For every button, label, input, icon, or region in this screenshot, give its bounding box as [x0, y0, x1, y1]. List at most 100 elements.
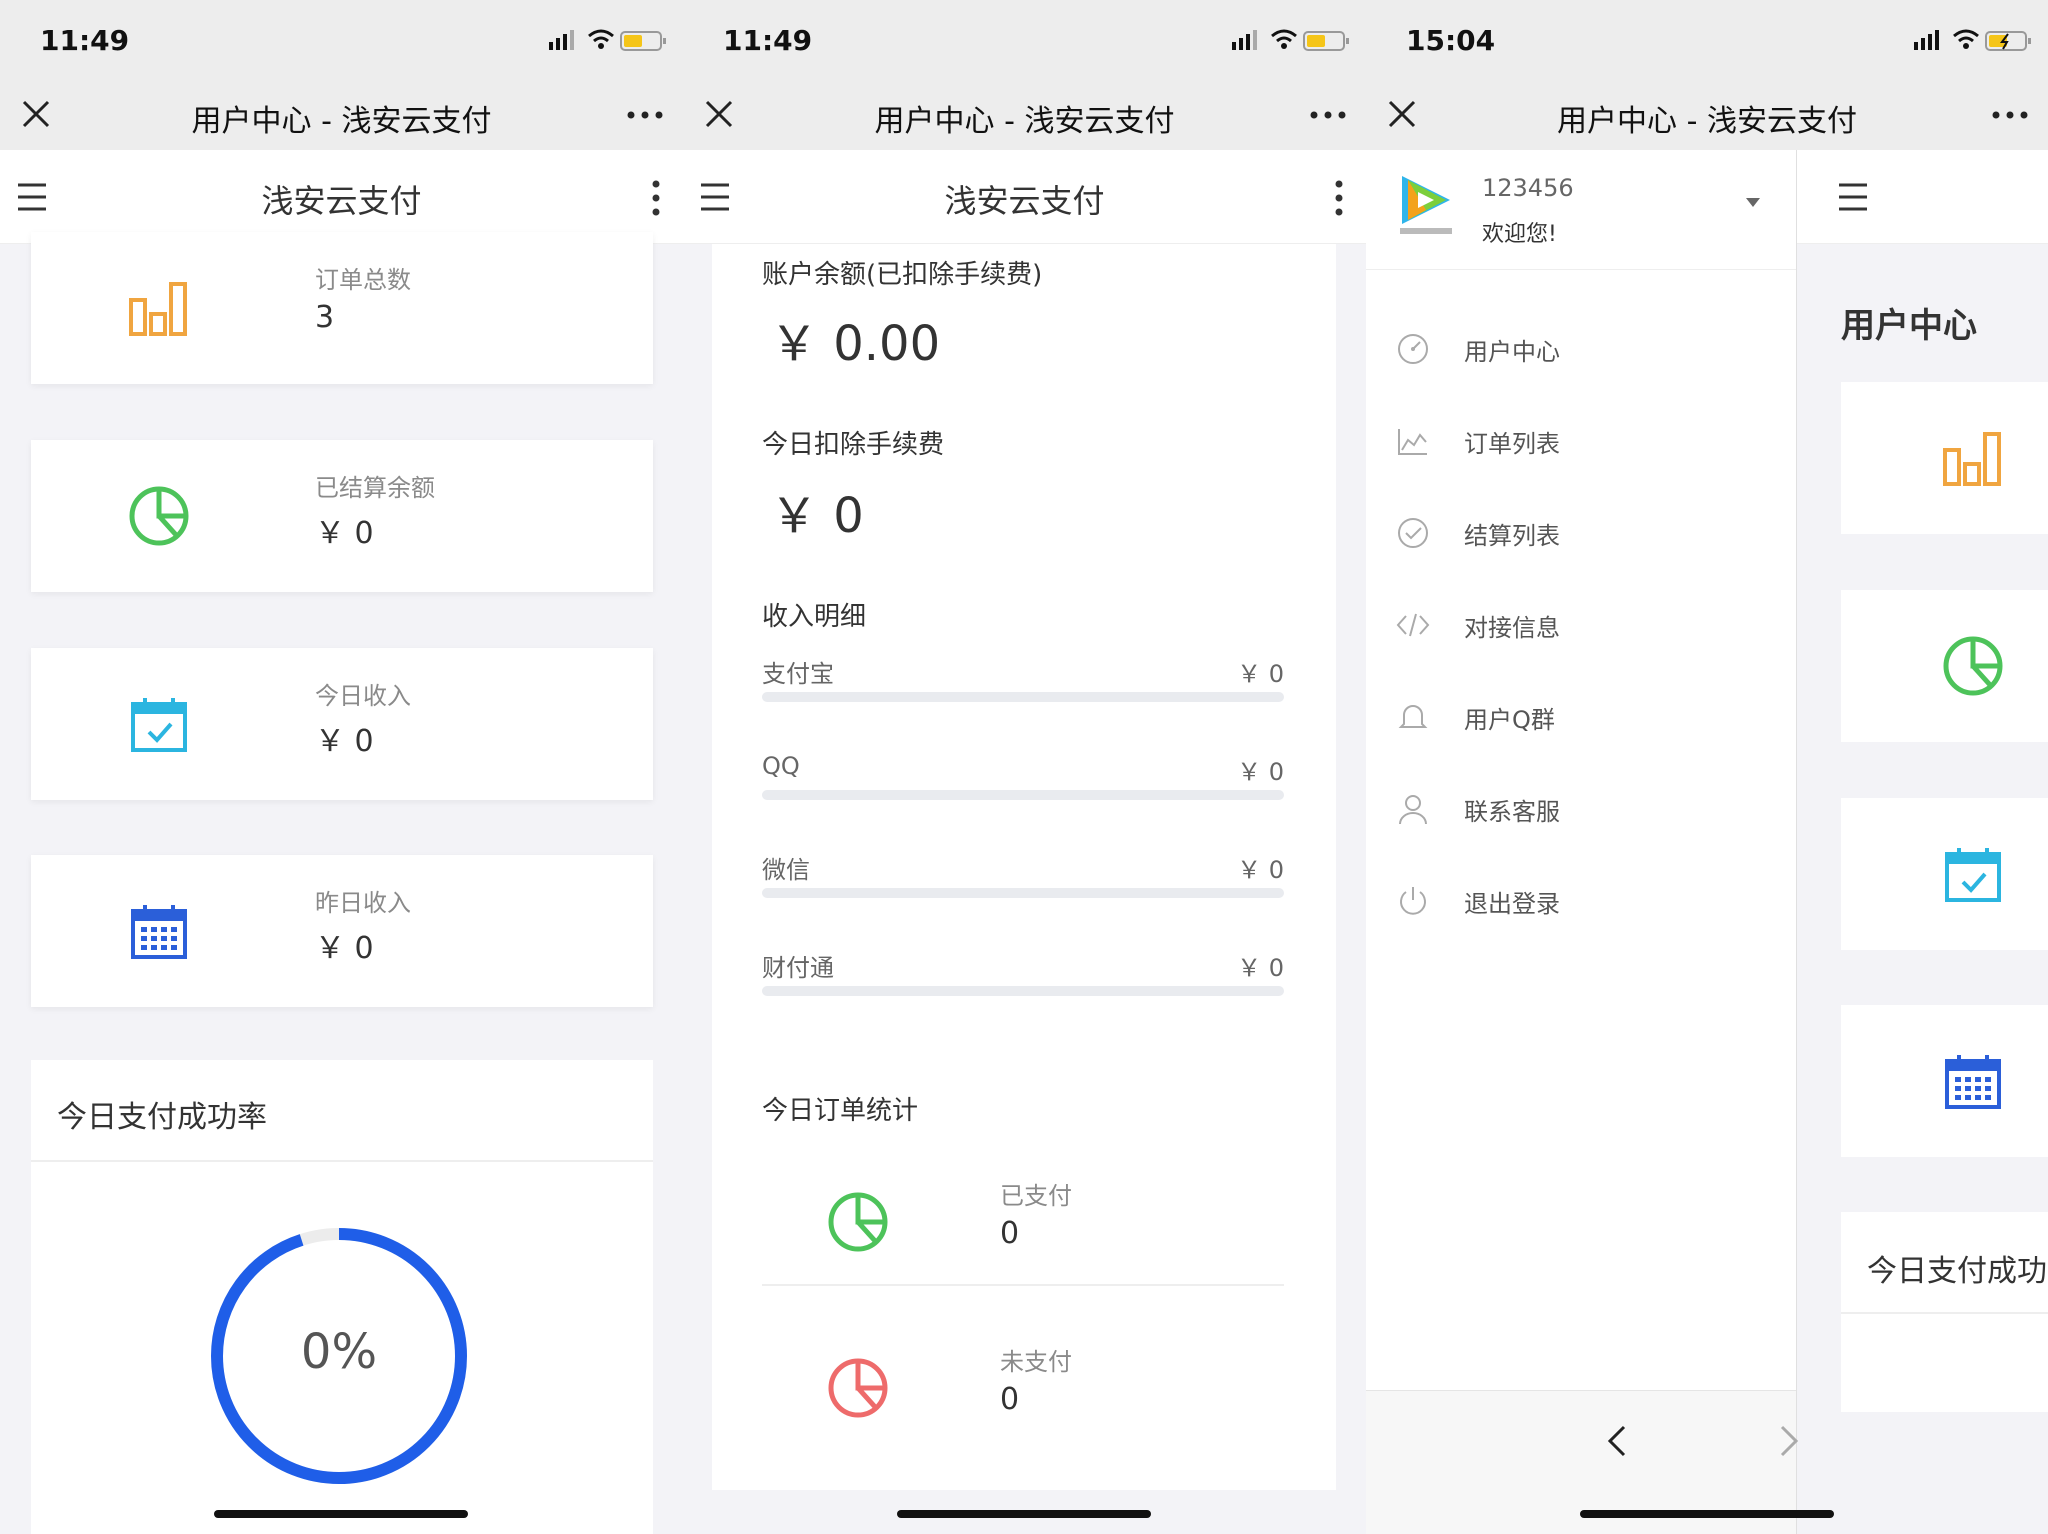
income-row: 支付宝 ￥ 0 — [762, 654, 1284, 714]
home-indicator — [897, 1510, 1151, 1518]
divider — [762, 1284, 1284, 1286]
app-header — [1797, 150, 2048, 244]
drawer-item-logout[interactable]: 退出登录 — [1366, 870, 1796, 930]
welcome-text: 欢迎您! — [1482, 222, 1557, 247]
more-icon[interactable] — [1990, 100, 2030, 130]
income-title: 收入明细 — [762, 602, 867, 632]
bar-chart-icon — [129, 282, 187, 336]
pie-chart-icon — [1943, 636, 2003, 696]
stat-card[interactable] — [1841, 798, 2048, 950]
pie-chart-icon — [129, 486, 189, 546]
drawer-item-user-center[interactable]: 用户中心 — [1366, 318, 1796, 378]
wechat-titlebar: 用户中心 - 浅安云支付 — [683, 80, 1366, 150]
wechat-title: 用户中心 - 浅安云支付 — [191, 104, 492, 139]
app-header: 浅安云支付 — [683, 150, 1366, 244]
order-value: 0 — [1000, 1216, 1020, 1251]
side-drawer: 123456 欢迎您! 用户中心 订单列表 结算列表 对接信息 用户Q群 联系客… — [1366, 150, 1796, 1390]
wechat-title: 用户中心 - 浅安云支付 — [874, 104, 1175, 139]
phone-screen-dashboard: 11:49 用户中心 - 浅安云支付 浅安云支付 订单总数 3 已结算余额 ￥ … — [0, 0, 683, 1534]
drawer-item-label: 订单列表 — [1464, 430, 1560, 458]
calendar-grid-icon — [131, 905, 187, 959]
drawer-item-label: 用户中心 — [1464, 338, 1560, 366]
username: 123456 — [1482, 174, 1574, 202]
underlying-page: 用户中心 今日支付成功 — [1796, 150, 2048, 1534]
card-label: 昨日收入 — [315, 889, 411, 917]
success-rate-title: 今日支付成功 — [1867, 1254, 2047, 1289]
card-label: 订单总数 — [315, 266, 411, 294]
chart-area-icon — [1398, 429, 1427, 455]
calendar-check-icon — [1945, 848, 2001, 902]
drawer-item-contact-support[interactable]: 联系客服 — [1366, 778, 1796, 838]
home-indicator — [214, 1510, 468, 1518]
hamburger-menu-icon[interactable] — [1837, 180, 1869, 214]
income-row: QQ ￥ 0 — [762, 752, 1284, 812]
page-title: 用户中心 — [1841, 306, 1977, 346]
drawer-item-order-list[interactable]: 订单列表 — [1366, 410, 1796, 470]
income-name: 支付宝 — [762, 660, 834, 688]
drawer-item-settlement-list[interactable]: 结算列表 — [1366, 502, 1796, 562]
card-value: 3 — [315, 300, 335, 335]
income-row: 微信 ￥ 0 — [762, 850, 1284, 910]
status-time: 11:49 — [40, 24, 130, 57]
calendar-check-icon — [131, 698, 187, 752]
phone-screen-drawer: 15:04 用户中心 - 浅安云支付 用户中心 今日支付成功 123456 欢迎… — [1366, 0, 2048, 1534]
more-icon[interactable] — [625, 100, 665, 130]
forward-arrow-icon[interactable] — [1778, 1423, 1800, 1459]
drawer-item-label: 结算列表 — [1464, 522, 1560, 550]
caret-down-icon[interactable] — [1746, 198, 1760, 208]
stat-card-settled-balance[interactable]: 已结算余额 ￥ 0 — [31, 440, 653, 592]
pie-chart-icon — [828, 1358, 888, 1418]
back-arrow-icon[interactable] — [1606, 1423, 1628, 1459]
card-value: ￥ 0 — [315, 516, 374, 551]
home-indicator — [1580, 1510, 1834, 1518]
status-bar: 15:04 — [1366, 0, 2048, 80]
wechat-titlebar: 用户中心 - 浅安云支付 — [1366, 80, 2048, 150]
success-rate-card: 今日支付成功率 0% — [31, 1060, 653, 1534]
drawer-item-label: 用户Q群 — [1464, 706, 1555, 734]
bell-icon — [1398, 705, 1428, 728]
stat-card-yesterday-income[interactable]: 昨日收入 ￥ 0 — [31, 855, 653, 1007]
drawer-item-label: 联系客服 — [1464, 798, 1560, 826]
check-circle-icon — [1398, 518, 1428, 548]
income-progress-bar — [762, 986, 1284, 996]
income-row: 财付通 ￥ 0 — [762, 948, 1284, 1008]
calendar-grid-icon — [1945, 1055, 2001, 1109]
income-progress-bar — [762, 692, 1284, 702]
order-label: 已支付 — [1000, 1182, 1072, 1210]
drawer-item-user-q-group[interactable]: 用户Q群 — [1366, 686, 1796, 746]
success-rate-percent: 0% — [300, 1324, 378, 1380]
pie-chart-icon — [828, 1192, 888, 1252]
code-icon — [1396, 613, 1430, 637]
order-value: 0 — [1000, 1382, 1020, 1417]
status-icons — [1232, 29, 1349, 51]
stat-card-today-income[interactable]: 今日收入 ￥ 0 — [31, 648, 653, 800]
orders-title: 今日订单统计 — [762, 1096, 919, 1126]
drawer-profile[interactable]: 123456 欢迎您! — [1366, 150, 1796, 270]
power-icon — [1400, 887, 1426, 915]
income-value: ￥ 0 — [1237, 758, 1284, 786]
drawer-item-integration-info[interactable]: 对接信息 — [1366, 594, 1796, 654]
drawer-item-label: 对接信息 — [1464, 614, 1560, 642]
more-icon[interactable] — [1308, 100, 1348, 130]
drawer-item-label: 退出登录 — [1464, 890, 1560, 918]
success-rate-title: 今日支付成功率 — [57, 1100, 267, 1135]
card-label: 已结算余额 — [315, 474, 435, 502]
stat-card[interactable] — [1841, 590, 2048, 742]
app-title: 浅安云支付 — [944, 182, 1105, 220]
status-bar: 11:49 — [0, 0, 683, 80]
status-time: 15:04 — [1406, 24, 1496, 57]
stat-card[interactable] — [1841, 382, 2048, 534]
card-value: ￥ 0 — [315, 931, 374, 966]
bar-chart-icon — [1943, 432, 2001, 486]
stat-card[interactable] — [1841, 1005, 2048, 1157]
kebab-menu-icon[interactable] — [1334, 180, 1344, 216]
income-name: 微信 — [762, 856, 810, 884]
status-bar: 11:49 — [683, 0, 1366, 80]
kebab-menu-icon[interactable] — [651, 180, 661, 216]
order-stat-paid: 已支付 0 — [762, 1150, 1284, 1310]
account-panel: 账户余额(已扣除手续费) ￥ 0.00 今日扣除手续费 ￥ 0 收入明细 支付宝… — [712, 244, 1336, 1490]
stat-card-order-total[interactable]: 订单总数 3 — [31, 232, 653, 384]
income-value: ￥ 0 — [1237, 954, 1284, 982]
card-label: 今日收入 — [315, 682, 411, 710]
status-time: 11:49 — [723, 24, 813, 57]
